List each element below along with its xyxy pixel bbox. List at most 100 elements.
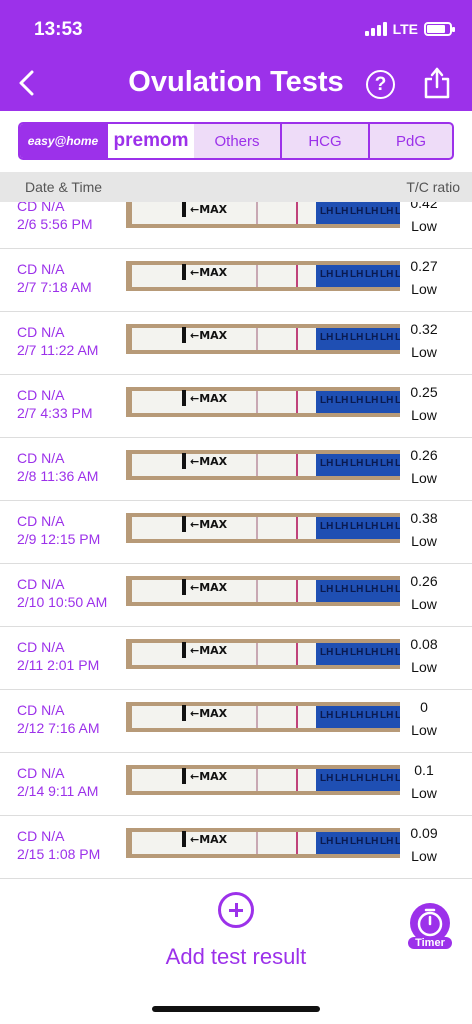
add-test-button[interactable] [218,892,254,928]
tc-ratio-value: 0.26 [410,573,438,589]
test-datetime: 2/6 5:56 PM [17,216,93,232]
strip-lh-label: LH [350,647,364,658]
strip-lh-label: LH [365,584,379,595]
tc-ratio-value: 0.38 [410,510,438,526]
table-row[interactable]: CD N/A2/7 11:22 AM←MAXLHLHLHLHLHLH0.32Lo… [0,312,472,375]
strip-max-label: ←MAX [190,203,228,216]
table-row[interactable]: CD N/A2/6 5:56 PM←MAXLHLHLHLHLHLH0.42Low [0,202,472,249]
brand-tab-others[interactable]: Others [194,124,282,158]
strip-lh-label: LH [380,647,394,658]
strip-lh-label: LH [320,773,334,784]
strip-lh-label: LH [380,395,394,406]
tc-ratio-label: Low [411,470,437,486]
test-strip-image: ←MAXLHLHLHLHLHLH [126,202,400,228]
tc-ratio-label: Low [411,848,437,864]
strip-lh-label: LH [380,521,394,532]
strip-lh-label: LH [365,836,379,847]
test-datetime: 2/7 11:22 AM [17,342,99,358]
table-row[interactable]: CD N/A2/14 9:11 AM←MAXLHLHLHLHLHLH0.1Low [0,753,472,816]
strip-lh-label: LH [320,206,334,217]
test-datetime: 2/7 4:33 PM [17,405,93,421]
strip-lh-label: LH [395,458,400,469]
strip-lh-label: LH [395,332,400,343]
cycle-day: CD N/A [17,324,65,340]
strip-lh-label: LH [350,269,364,280]
brand-tab-easy-home[interactable]: easy@home [20,124,108,158]
strip-lh-label: LH [350,332,364,343]
test-strip-image: ←MAXLHLHLHLHLHLH [126,387,400,417]
signal-icon [364,22,387,36]
strip-lh-label: LH [380,584,394,595]
timer-label: Timer [408,937,452,949]
tc-ratio-value: 0.1 [414,762,434,778]
test-datetime: 2/12 7:16 AM [17,720,100,736]
strip-lh-label: LH [335,458,349,469]
strip-max-label: ←MAX [190,770,228,783]
strip-lh-label: LH [380,836,394,847]
test-list[interactable]: CD N/A2/6 5:56 PM←MAXLHLHLHLHLHLH0.42Low… [0,202,472,879]
table-row[interactable]: CD N/A2/7 7:18 AM←MAXLHLHLHLHLHLH0.27Low [0,249,472,312]
strip-lh-label: LH [320,269,334,280]
strip-max-label: ←MAX [190,266,228,279]
strip-max-label: ←MAX [190,581,228,594]
cycle-day: CD N/A [17,576,65,592]
strip-lh-label: LH [365,710,379,721]
strip-lh-label: LH [320,647,334,658]
strip-lh-label: LH [350,395,364,406]
strip-lh-label: LH [320,458,334,469]
strip-lh-label: LH [380,332,394,343]
strip-lh-label: LH [365,332,379,343]
test-datetime: 2/14 9:11 AM [17,783,99,799]
tc-ratio-value: 0.27 [410,258,438,274]
strip-lh-label: LH [320,521,334,532]
column-header: Date & Time T/C ratio [0,172,472,202]
table-row[interactable]: CD N/A2/9 12:15 PM←MAXLHLHLHLHLHLH0.38Lo… [0,501,472,564]
strip-lh-label: LH [335,521,349,532]
strip-lh-label: LH [395,647,400,658]
table-row[interactable]: CD N/A2/11 2:01 PM←MAXLHLHLHLHLHLH0.08Lo… [0,627,472,690]
strip-lh-label: LH [335,584,349,595]
strip-lh-label: LH [320,395,334,406]
table-row[interactable]: CD N/A2/7 4:33 PM←MAXLHLHLHLHLHLH0.25Low [0,375,472,438]
strip-lh-label: LH [350,710,364,721]
strip-lh-label: LH [335,710,349,721]
strip-lh-label: LH [320,710,334,721]
brand-tab-pdg[interactable]: PdG [370,124,452,158]
strip-lh-label: LH [380,710,394,721]
strip-lh-label: LH [365,458,379,469]
add-test-label[interactable]: Add test result [0,944,472,970]
strip-lh-label: LH [335,395,349,406]
share-icon[interactable] [423,67,451,99]
brand-tab-premom[interactable]: premom [108,124,194,158]
table-row[interactable]: CD N/A2/15 1:08 PM←MAXLHLHLHLHLHLH0.09Lo… [0,816,472,879]
cycle-day: CD N/A [17,513,65,529]
strip-lh-label: LH [365,395,379,406]
brand-tab-hcg[interactable]: HCG [282,124,370,158]
strip-lh-label: LH [395,269,400,280]
timer-button[interactable]: Timer [408,903,452,951]
network-label: LTE [392,21,418,37]
help-icon[interactable]: ? [366,70,395,99]
strip-max-label: ←MAX [190,392,228,405]
table-row[interactable]: CD N/A2/12 7:16 AM←MAXLHLHLHLHLHLH0Low [0,690,472,753]
strip-lh-label: LH [395,773,400,784]
battery-icon [424,22,455,36]
strip-lh-label: LH [350,206,364,217]
table-row[interactable]: CD N/A2/10 10:50 AM←MAXLHLHLHLHLHLH0.26L… [0,564,472,627]
table-row[interactable]: CD N/A2/8 11:36 AM←MAXLHLHLHLHLHLH0.26Lo… [0,438,472,501]
cycle-day: CD N/A [17,702,65,718]
test-datetime: 2/8 11:36 AM [17,468,99,484]
strip-max-label: ←MAX [190,707,228,720]
test-datetime: 2/9 12:15 PM [17,531,101,547]
tc-ratio-value: 0.26 [410,447,438,463]
test-strip-image: ←MAXLHLHLHLHLHLH [126,639,400,669]
strip-max-label: ←MAX [190,455,228,468]
home-indicator [152,1006,320,1012]
tc-ratio-label: Low [411,344,437,360]
tc-ratio-value: 0 [420,699,428,715]
strip-lh-label: LH [335,332,349,343]
column-date-time: Date & Time [25,179,103,195]
strip-lh-label: LH [365,521,379,532]
cycle-day: CD N/A [17,765,65,781]
test-strip-image: ←MAXLHLHLHLHLHLH [126,324,400,354]
